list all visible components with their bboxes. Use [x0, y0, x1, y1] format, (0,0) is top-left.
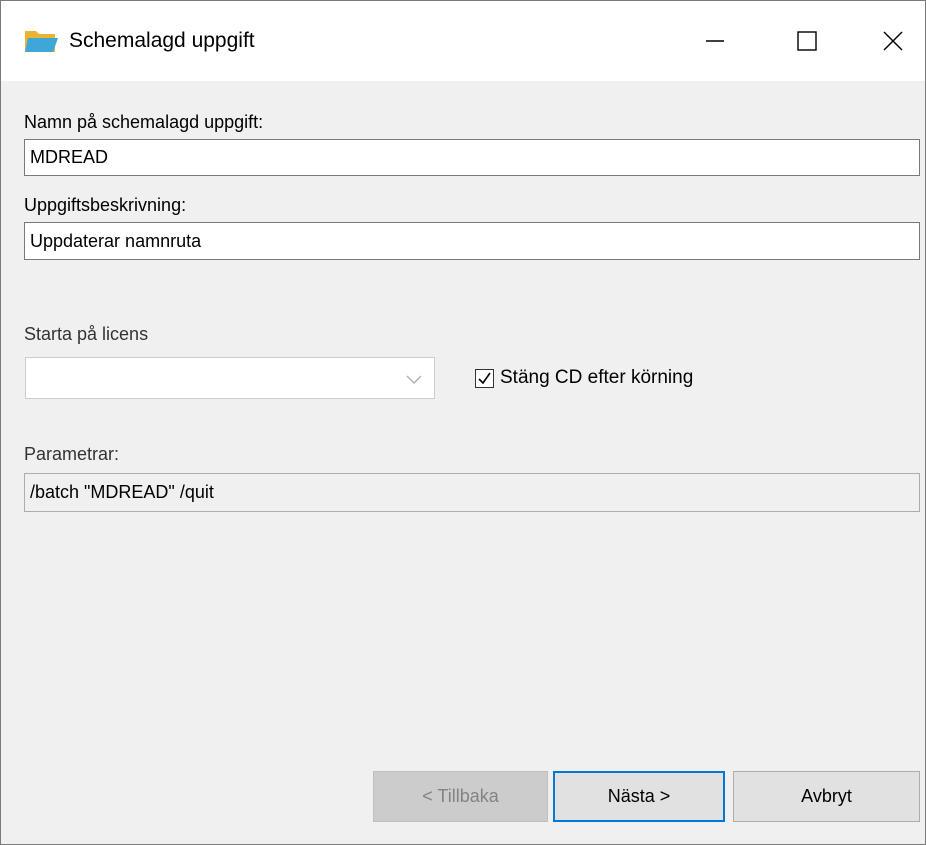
close-cd-label: Stäng CD efter körning — [500, 367, 694, 388]
close-button[interactable] — [847, 1, 926, 81]
chevron-down-icon — [406, 372, 422, 390]
task-name-value: MDREAD — [30, 147, 109, 167]
maximize-button[interactable] — [761, 1, 853, 81]
task-name-input[interactable]: MDREAD — [24, 139, 920, 176]
parameters-field[interactable]: /batch "MDREAD" /quit — [24, 473, 920, 512]
back-button[interactable]: < Tillbaka — [373, 771, 548, 822]
folder-icon — [23, 25, 59, 57]
window-title: Schemalagd uppgift — [69, 29, 255, 52]
parameters-value: /batch "MDREAD" /quit — [30, 482, 214, 502]
next-button[interactable]: Nästa > — [553, 771, 725, 822]
minimize-icon — [706, 40, 724, 42]
scheduled-task-dialog: Schemalagd uppgift Namn på schemalagd up… — [0, 0, 926, 845]
close-cd-checkbox[interactable] — [475, 368, 494, 388]
task-description-input[interactable]: Uppdaterar namnruta — [24, 222, 920, 260]
minimize-button[interactable] — [669, 1, 761, 81]
license-label: Starta på licens — [24, 324, 149, 344]
task-description-label: Uppgiftsbeskrivning: — [24, 195, 187, 215]
maximize-icon — [797, 31, 817, 51]
cancel-button[interactable]: Avbryt — [733, 771, 920, 822]
parameters-label: Parametrar: — [24, 444, 120, 464]
close-icon — [883, 31, 903, 51]
close-cd-option[interactable]: Stäng CD efter körning — [475, 367, 693, 389]
check-icon — [478, 372, 491, 384]
task-name-label: Namn på schemalagd uppgift: — [24, 112, 264, 132]
license-select[interactable] — [25, 357, 435, 399]
task-description-value: Uppdaterar namnruta — [30, 230, 202, 251]
title-bar: Schemalagd uppgift — [1, 1, 925, 81]
